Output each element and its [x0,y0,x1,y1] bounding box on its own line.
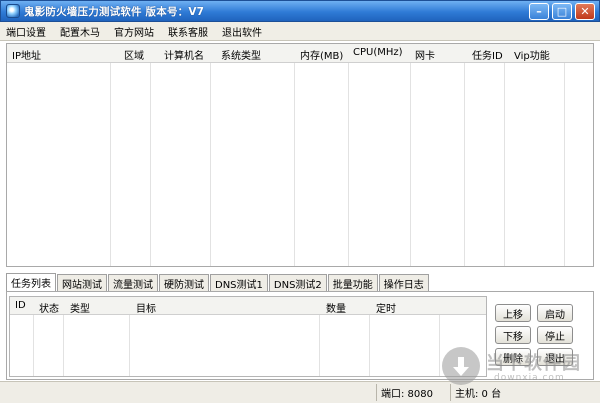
tab-task-list[interactable]: 任务列表 [6,273,56,291]
watermark-text: 当下软件园 [486,353,581,374]
column-header-region[interactable]: 区域 [124,47,144,62]
tab-dns-test-2[interactable]: DNS测试2 [268,274,327,291]
column-header-os-type[interactable]: 系统类型 [221,47,261,62]
menu-official-site[interactable]: 官方网站 [114,24,154,39]
host-list-header: IP地址 区域 计算机名 系统类型 内存(MB) CPU(MHz) 网卡 任务I… [7,44,593,63]
download-arrow-icon [442,347,480,385]
close-button[interactable]: ✕ [575,3,595,20]
column-header-ip[interactable]: IP地址 [12,47,41,62]
move-down-button[interactable]: 下移 [495,326,531,344]
tab-operation-log[interactable]: 操作日志 [378,274,429,291]
column-header-cpu[interactable]: CPU(MHz) [353,47,403,58]
task-column-header-count[interactable]: 数量 [326,300,346,315]
column-header-vip[interactable]: Vip功能 [514,47,550,62]
host-list-table[interactable]: IP地址 区域 计算机名 系统类型 内存(MB) CPU(MHz) 网卡 任务I… [6,43,594,267]
watermark-url: downxia.com [494,373,565,383]
task-column-header-type[interactable]: 类型 [70,300,90,315]
tab-dns-test-1[interactable]: DNS测试1 [210,274,268,291]
column-header-task-id[interactable]: 任务ID [472,47,503,62]
task-column-header-status[interactable]: 状态 [39,300,59,315]
menu-configure-trojan[interactable]: 配置木马 [60,24,100,39]
start-button[interactable]: 启动 [537,304,573,322]
window-controls: – □ ✕ [529,3,595,20]
task-list-header: ID 状态 类型 目标 数量 定时 [10,297,486,315]
stop-button[interactable]: 停止 [537,326,573,344]
menu-contact-support[interactable]: 联系客服 [168,24,208,39]
title-bar[interactable]: 鬼影防火墙压力测试软件 版本号：V7 – □ ✕ [0,0,600,22]
tab-batch-functions[interactable]: 批量功能 [327,274,378,291]
task-list-table[interactable]: ID 状态 类型 目标 数量 定时 [9,296,487,377]
task-column-header-target[interactable]: 目标 [136,300,156,315]
column-header-nic[interactable]: 网卡 [415,47,435,62]
minimize-button[interactable]: – [529,3,549,20]
column-header-memory[interactable]: 内存(MB) [300,47,343,62]
task-column-header-timer[interactable]: 定时 [376,300,396,315]
tab-hardware-firewall-test[interactable]: 硬防测试 [159,274,209,291]
move-up-button[interactable]: 上移 [495,304,531,322]
menu-port-settings[interactable]: 端口设置 [6,24,46,39]
task-column-header-id[interactable]: ID [15,300,26,311]
column-header-computer-name[interactable]: 计算机名 [164,47,204,62]
site-watermark: 当下软件园 downxia.com [442,345,592,393]
tab-traffic-test[interactable]: 流量测试 [108,274,158,291]
tab-website-test[interactable]: 网站测试 [57,274,107,291]
window-title: 鬼影防火墙压力测试软件 版本号：V7 [24,5,205,18]
app-logo-icon [6,4,20,18]
status-port: 端口: 8080 [376,384,448,401]
menu-exit[interactable]: 退出软件 [222,24,262,39]
menu-bar: 端口设置 配置木马 官方网站 联系客服 退出软件 [0,22,600,41]
function-tabs: 任务列表 网站测试 流量测试 硬防测试 DNS测试1 DNS测试2 批量功能 操… [6,273,430,291]
maximize-button[interactable]: □ [552,3,572,20]
